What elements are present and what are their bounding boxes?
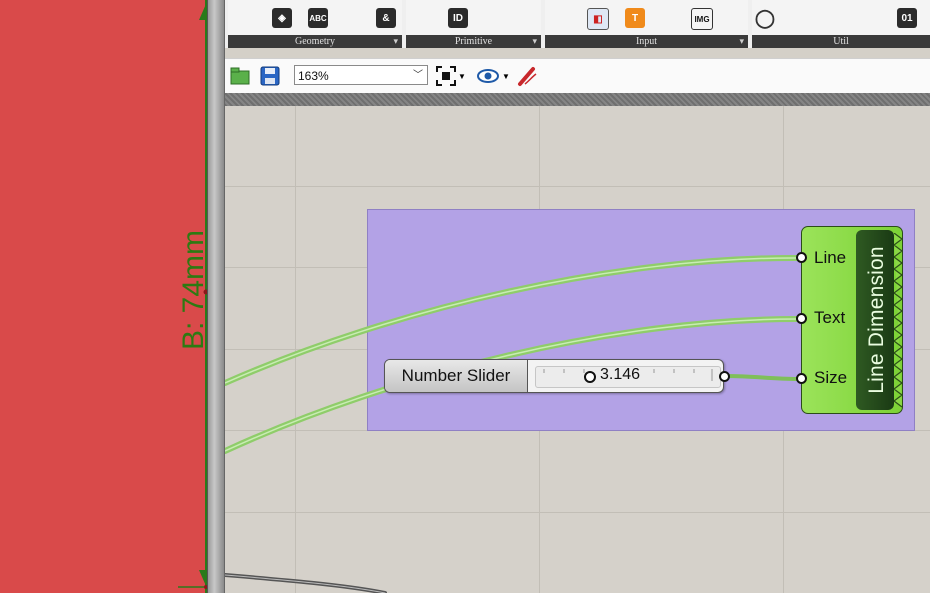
- component-ribbon: ◈ ABC & Geometry ▾ ID Primitive ▾ ◧ T IMG …: [225, 0, 930, 48]
- ribbon-panel-input: ◧ T IMG Input ▾: [545, 0, 748, 48]
- circle-icon[interactable]: ◯: [755, 8, 775, 28]
- input-label-text: Text: [814, 308, 846, 327]
- id-icon[interactable]: ID: [448, 8, 468, 28]
- canvas-toolbar: 163% ﹀ ▼ ▼: [225, 58, 930, 94]
- gear-geometry-icon[interactable]: &: [376, 8, 396, 28]
- expand-icon: ▾: [739, 36, 744, 46]
- slider-label: Number Slider: [385, 360, 528, 392]
- zigzag-edge: [894, 233, 903, 408]
- image-icon[interactable]: IMG: [691, 8, 713, 30]
- number-slider[interactable]: Number Slider 3.146: [384, 359, 730, 393]
- geometry-icon[interactable]: ◈: [272, 8, 292, 28]
- input-port-size[interactable]: [796, 373, 807, 384]
- open-file-icon[interactable]: [229, 65, 251, 87]
- sketch-pen-icon[interactable]: [517, 65, 539, 87]
- input-port-text[interactable]: [796, 313, 807, 324]
- slider-output-port[interactable]: [719, 371, 730, 382]
- window-splitter[interactable]: [207, 0, 225, 593]
- line-dimension-component[interactable]: Line Text Size Line Dimension: [796, 226, 903, 414]
- save-icon[interactable]: [259, 65, 281, 87]
- zoom-select[interactable]: 163% ﹀: [294, 65, 428, 85]
- input-port-line[interactable]: [796, 252, 807, 263]
- cluster-icon[interactable]: 01: [897, 8, 917, 28]
- input-label-size: Size: [814, 368, 848, 387]
- ribbon-panel-util: ◯ 01 Util: [752, 0, 930, 48]
- input-label-line: Line: [814, 248, 847, 267]
- paint-roller-icon[interactable]: T: [625, 8, 645, 28]
- ribbon-panel-label: Util: [752, 35, 930, 48]
- preview-eye-icon[interactable]: [477, 65, 499, 87]
- ribbon-panel-label: Primitive ▾: [406, 35, 541, 48]
- dimension-label: B: 74mm: [177, 229, 210, 351]
- dropdown-arrow-icon[interactable]: ▼: [457, 65, 467, 87]
- ribbon-panel-label: Geometry ▾: [228, 35, 402, 48]
- component-title: Line Dimension: [865, 246, 888, 394]
- slider-track[interactable]: 3.146: [535, 366, 721, 388]
- slider-knob[interactable]: [584, 371, 596, 383]
- ribbon-panel-label: Input ▾: [545, 35, 748, 48]
- expand-icon: ▾: [393, 36, 398, 46]
- ribbon-panel-geometry: ◈ ABC & Geometry ▾: [228, 0, 402, 48]
- expand-icon: ▾: [532, 36, 537, 46]
- dropdown-arrow-icon[interactable]: ▼: [501, 65, 511, 87]
- text-tag-icon[interactable]: ABC: [308, 8, 328, 28]
- zoom-extents-icon[interactable]: [435, 65, 457, 87]
- ribbon-panel-primitive: ID Primitive ▾: [406, 0, 541, 48]
- swatch-icon[interactable]: ◧: [587, 8, 609, 30]
- chevron-down-icon: ﹀: [413, 70, 423, 81]
- grasshopper-canvas[interactable]: Number Slider 3.146 Line Text Size Line …: [225, 93, 930, 593]
- slider-value: 3.146: [600, 366, 641, 383]
